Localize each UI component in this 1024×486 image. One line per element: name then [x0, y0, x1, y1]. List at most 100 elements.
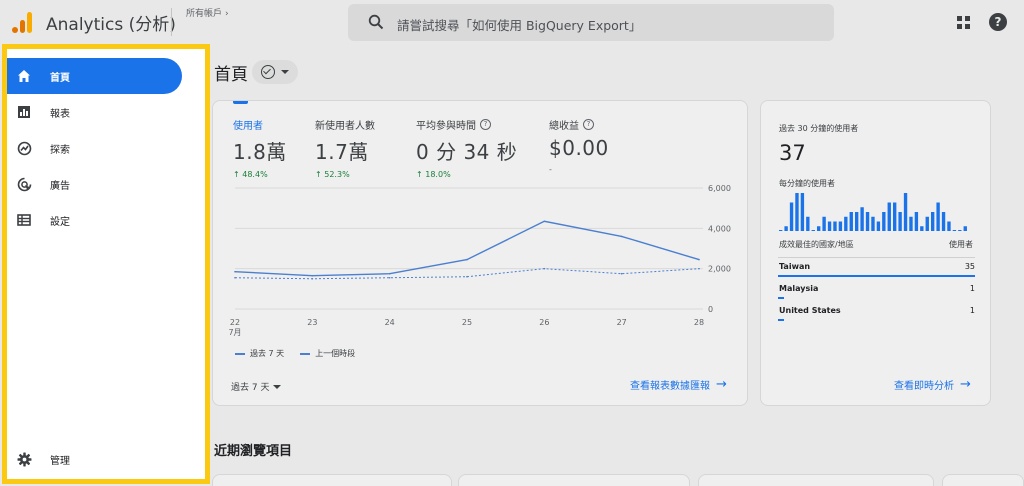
account-breadcrumb[interactable]: 所有帳戶 › — [186, 6, 229, 19]
check-circle-icon — [261, 65, 275, 79]
minute-bar — [795, 193, 799, 231]
x-tick-label: 22 — [230, 318, 240, 327]
recent-item-card[interactable] — [698, 474, 934, 486]
page-status-dropdown[interactable] — [252, 60, 298, 84]
country-users: 1 — [969, 284, 975, 293]
apps-grid-icon[interactable] — [957, 16, 971, 30]
y-tick-label: 2,000 — [708, 265, 731, 274]
help-icon[interactable]: ? — [989, 13, 1007, 31]
y-tick-label: 0 — [708, 305, 713, 314]
country-users: 1 — [969, 306, 975, 315]
minute-bar — [784, 226, 788, 231]
legend-item-current: 過去 7 天 — [235, 348, 284, 359]
minute-bar — [838, 221, 843, 231]
minute-bar — [941, 212, 946, 231]
data-point — [543, 267, 546, 270]
users-line-chart[interactable]: 6,000 4,000 2,000 0 22 23 24 25 26 27 28 7月 — [213, 101, 749, 361]
minute-bar — [876, 221, 881, 231]
data-point — [234, 276, 236, 279]
date-range-dropdown[interactable]: 過去 7 天 — [231, 380, 282, 393]
sidebar-item-admin[interactable]: 管理 — [7, 441, 182, 477]
search-placeholder: 請嘗試搜尋「如何使用 BigQuery Export」 — [397, 18, 642, 33]
view-reports-link[interactable]: 查看報表數據匯報 → — [630, 377, 727, 392]
country-share-bar — [778, 275, 975, 277]
minute-bar — [806, 216, 810, 231]
arrow-right-icon: → — [960, 377, 971, 392]
country-column-header: 成效最佳的國家/地區 — [779, 240, 854, 249]
country-name: Malaysia — [779, 284, 819, 293]
x-tick-label: 27 — [617, 318, 627, 327]
minute-bar — [936, 202, 940, 231]
reports-icon — [15, 103, 33, 121]
realtime-value: 37 — [779, 141, 806, 165]
minute-bar — [865, 212, 870, 231]
recent-item-card[interactable] — [212, 474, 452, 486]
country-share-bar — [778, 297, 784, 299]
sidebar-item-reports[interactable]: 報表 — [7, 94, 182, 130]
minute-bar — [893, 202, 897, 231]
minute-bar — [855, 212, 859, 231]
data-point — [311, 274, 314, 277]
country-row[interactable]: Malaysia 1 — [778, 284, 975, 306]
data-point — [620, 272, 623, 275]
minute-bar — [914, 212, 919, 231]
minute-bar — [947, 221, 951, 231]
data-point — [698, 267, 700, 270]
minute-bar — [925, 216, 929, 231]
minute-bar — [833, 221, 837, 231]
x-tick-label: 24 — [385, 318, 395, 327]
sidebar-item-label: 管理 — [50, 455, 70, 467]
x-tick-label: 26 — [539, 318, 549, 327]
sidebar-item-advertising[interactable]: 廣告 — [7, 166, 182, 202]
sidebar-item-label: 探索 — [50, 144, 70, 156]
sidebar-item-configure[interactable]: 設定 — [7, 202, 182, 238]
app-title[interactable]: Analytics (分析) — [46, 10, 176, 35]
country-name: United States — [779, 306, 841, 315]
table-divider — [778, 257, 975, 258]
minute-bar — [827, 221, 832, 231]
minute-bar — [952, 230, 957, 231]
per-minute-bar-chart[interactable] — [779, 193, 969, 231]
breadcrumb-label: 所有帳戶 — [186, 9, 223, 19]
search-bar[interactable]: 請嘗試搜尋「如何使用 BigQuery Export」 — [348, 4, 834, 41]
minute-bar — [963, 226, 967, 231]
minute-bar — [898, 212, 902, 231]
sidebar-item-explore[interactable]: 探索 — [7, 130, 182, 166]
sidebar-item-home[interactable]: 首頁 — [7, 58, 182, 94]
top-bar: Analytics (分析) 所有帳戶 › 請嘗試搜尋「如何使用 BigQuery… — [0, 0, 1024, 44]
data-point — [388, 276, 391, 279]
minute-bar — [849, 212, 853, 231]
date-range-label: 過去 7 天 — [231, 383, 270, 393]
legend-label: 過去 7 天 — [250, 349, 285, 358]
chevron-down-icon — [281, 70, 289, 74]
country-row[interactable]: United States 1 — [778, 306, 975, 328]
minute-bar — [871, 216, 875, 231]
configure-icon — [15, 211, 33, 229]
series-line-last-7-days — [234, 220, 700, 277]
minute-bar — [789, 202, 794, 231]
country-name: Taiwan — [779, 262, 811, 271]
minute-bar — [844, 216, 848, 231]
legend-label: 上一個時段 — [315, 349, 356, 358]
recent-item-card[interactable] — [458, 474, 690, 486]
x-tick-label: 23 — [307, 318, 317, 327]
page-title: 首頁 — [214, 65, 248, 85]
sidebar-item-label: 設定 — [50, 216, 70, 228]
arrow-right-icon: → — [716, 377, 727, 392]
advertising-icon — [15, 175, 33, 193]
data-point — [543, 220, 546, 223]
country-users: 35 — [964, 262, 975, 271]
link-label: 查看報表數據匯報 — [630, 381, 710, 392]
recent-item-card[interactable] — [942, 474, 1024, 486]
view-realtime-link[interactable]: 查看即時分析 → — [894, 377, 971, 392]
minute-bar — [779, 230, 783, 231]
chevron-right-icon: › — [225, 9, 229, 19]
analytics-logo-icon[interactable] — [12, 11, 34, 33]
minute-bar — [860, 207, 864, 231]
y-tick-label: 4,000 — [708, 224, 731, 233]
minute-bar — [811, 230, 815, 231]
sidebar-nav: 首頁 報表 探索 廣告 設定 管理 — [2, 44, 210, 484]
country-row[interactable]: Taiwan 35 — [778, 262, 975, 284]
minute-bar — [887, 202, 891, 231]
gear-icon — [15, 450, 33, 468]
